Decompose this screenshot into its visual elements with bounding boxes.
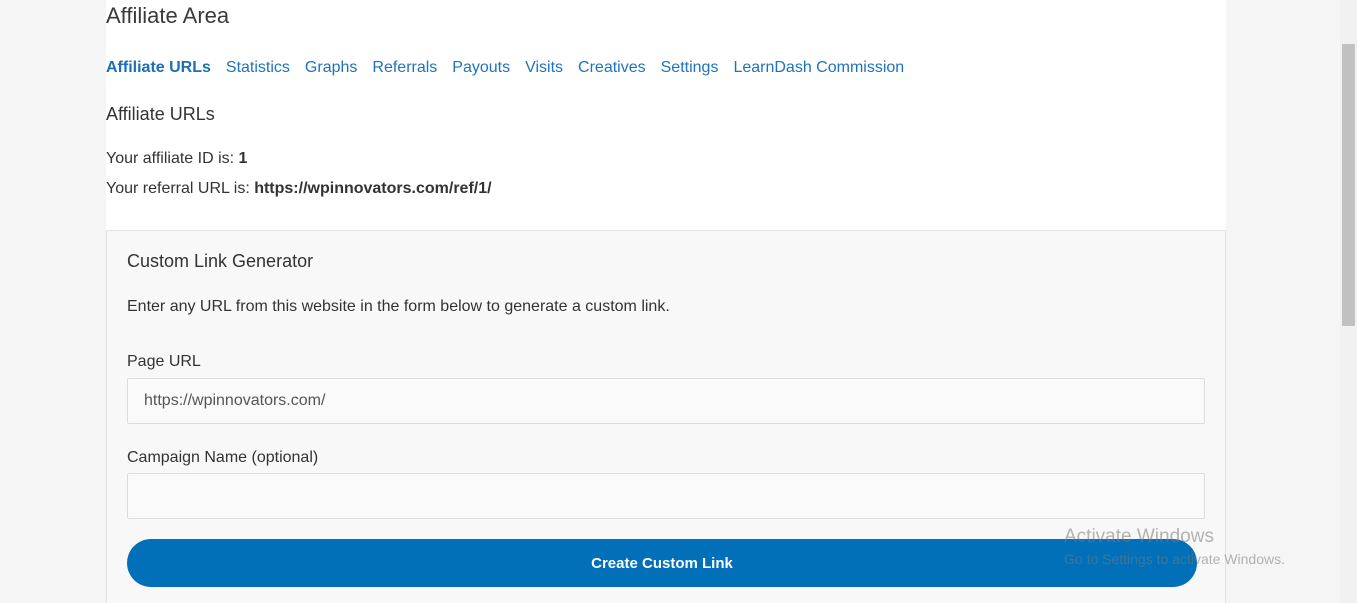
section-title: Affiliate URLs xyxy=(106,104,215,124)
generator-description: Enter any URL from this website in the f… xyxy=(127,298,670,315)
affiliate-id-value: 1 xyxy=(238,150,248,167)
affiliate-area: Affiliate Area Affiliate URLs Statistics… xyxy=(106,0,1226,603)
referral-url-line: Your referral URL is: https://wpinnovato… xyxy=(106,180,492,198)
create-custom-link-button[interactable]: Create Custom Link xyxy=(127,539,1197,587)
page-title: Affiliate Area xyxy=(106,3,230,28)
affiliate-id-label: Your affiliate ID is: xyxy=(106,150,239,167)
affiliate-id-line: Your affiliate ID is: 1 xyxy=(106,150,247,168)
referral-url-value: https://wpinnovators.com/ref/1/ xyxy=(254,180,492,197)
custom-link-generator: Custom Link Generator Enter any URL from… xyxy=(106,230,1226,603)
generator-title: Custom Link Generator xyxy=(127,251,314,271)
page-url-label: Page URL xyxy=(127,353,201,370)
tab-creatives[interactable]: Creatives xyxy=(578,59,646,77)
tab-statistics[interactable]: Statistics xyxy=(226,59,290,77)
tab-payouts[interactable]: Payouts xyxy=(452,59,510,77)
affiliate-tabs: Affiliate URLs Statistics Graphs Referra… xyxy=(106,59,904,77)
tab-referrals[interactable]: Referrals xyxy=(372,59,437,77)
page-scrollbar[interactable] xyxy=(1340,0,1357,603)
tab-graphs[interactable]: Graphs xyxy=(305,59,357,77)
tab-learndash-commission[interactable]: LearnDash Commission xyxy=(733,59,904,77)
page: Affiliate Area Affiliate URLs Statistics… xyxy=(0,0,1357,603)
tab-settings[interactable]: Settings xyxy=(661,59,719,77)
campaign-name-label: Campaign Name (optional) xyxy=(127,449,319,466)
tab-visits[interactable]: Visits xyxy=(525,59,563,77)
campaign-name-input[interactable] xyxy=(127,473,1205,519)
tab-affiliate-urls[interactable]: Affiliate URLs xyxy=(106,59,211,77)
referral-url-label: Your referral URL is: xyxy=(106,180,255,197)
scrollbar-thumb[interactable] xyxy=(1342,44,1355,326)
page-url-input[interactable] xyxy=(127,378,1205,424)
